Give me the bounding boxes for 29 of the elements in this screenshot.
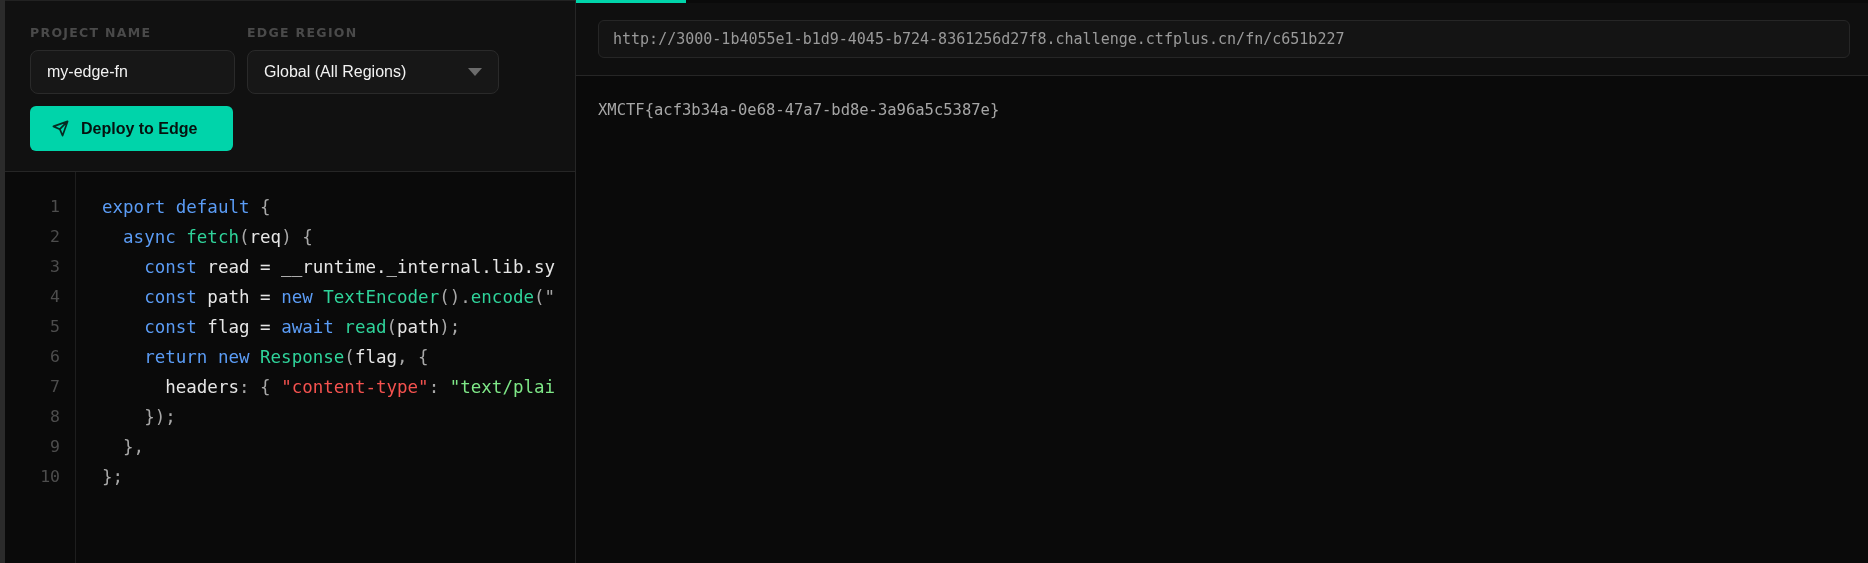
url-field[interactable]: http://3000-1b4055e1-b1d9-4045-b724-8361256d27f8.challenge.ctfplus.cn/fn/c651b227 xyxy=(598,20,1850,58)
code-line: headers: { "content-type": "text/plai xyxy=(164,377,556,397)
send-icon xyxy=(52,120,69,137)
code-line: export default { xyxy=(102,197,271,217)
code-line: }); xyxy=(143,407,176,427)
line-number: 8 xyxy=(50,406,60,428)
line-number: 5 xyxy=(50,316,60,338)
line-number: 1 xyxy=(50,196,60,218)
project-name-field[interactable]: my-edge-fn xyxy=(30,50,235,94)
line-number: 3 xyxy=(50,256,60,278)
project-name-label: PROJECT NAME xyxy=(30,25,153,40)
line-number: 4 xyxy=(50,286,60,308)
deploy-button[interactable]: Deploy to Edge xyxy=(30,106,233,151)
line-number: 2 xyxy=(50,226,60,248)
code-line: const flag = await read(path); xyxy=(143,317,461,337)
response-text: XMCTF{acf3b34a-0e68-47a7-bd8e-3a96a5c5387e} xyxy=(598,101,1000,119)
code-line: }, xyxy=(122,437,145,457)
code-line: }; xyxy=(102,467,124,487)
line-number: 7 xyxy=(50,376,60,398)
line-number: 9 xyxy=(50,436,60,458)
code-line: const path = new TextEncoder().encode(" xyxy=(143,287,556,307)
line-number: 10 xyxy=(40,466,60,488)
edge-region-dropdown[interactable]: Global (All Regions) xyxy=(247,50,499,94)
code-line: const read = __runtime._internal.lib.sy xyxy=(143,257,556,277)
code-line: return new Response(flag, { xyxy=(143,347,429,367)
edge-region-label: EDGE REGION xyxy=(247,25,359,40)
line-number: 6 xyxy=(50,346,60,368)
code-line: async fetch(req) { xyxy=(122,227,313,247)
caret-icon xyxy=(468,68,482,76)
